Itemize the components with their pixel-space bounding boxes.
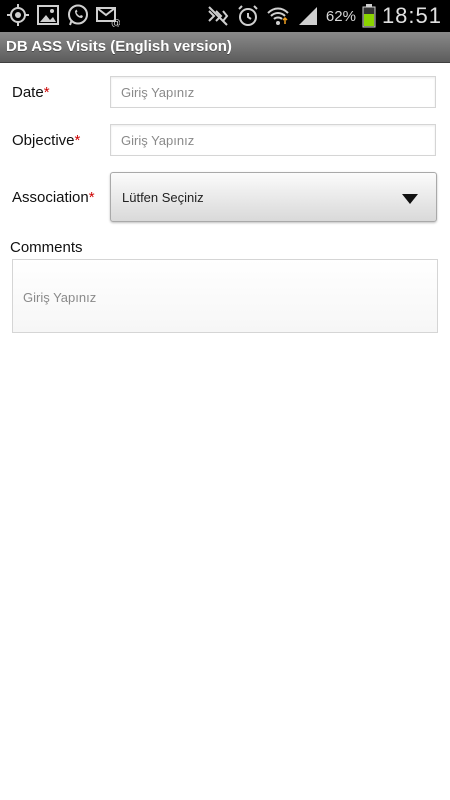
battery-icon <box>362 4 376 28</box>
comments-placeholder: Giriş Yapınız <box>23 290 97 305</box>
battery-percent: 62% <box>325 7 356 25</box>
wifi-icon <box>267 7 289 25</box>
association-label: Association* <box>12 189 95 206</box>
email-icon: @ <box>96 7 120 27</box>
required-mark: * <box>88 189 95 206</box>
comments-label: Comments <box>10 239 83 256</box>
muted-icon <box>208 6 229 26</box>
objective-label: Objective* <box>12 132 80 149</box>
status-bar: @ 62% 18:51 <box>0 0 450 32</box>
alarm-icon <box>238 5 258 26</box>
date-label-text: Date <box>12 84 44 101</box>
association-selected-value: Lütfen Seçiniz <box>122 190 204 205</box>
page-title: DB ASS Visits (English version) <box>6 38 232 55</box>
required-mark: * <box>74 132 81 149</box>
association-label-text: Association <box>12 189 89 206</box>
date-field[interactable]: Giriş Yapınız <box>110 76 436 108</box>
date-label: Date* <box>12 84 50 101</box>
objective-field[interactable]: Giriş Yapınız <box>110 124 436 156</box>
image-icon <box>37 5 59 25</box>
clock: 18:51 <box>381 3 442 28</box>
signal-icon <box>298 7 317 25</box>
whatsapp-icon <box>68 4 88 26</box>
objective-placeholder: Giriş Yapınız <box>121 133 195 148</box>
svg-text:@: @ <box>111 18 120 27</box>
comments-field[interactable]: Giriş Yapınız <box>12 259 438 333</box>
objective-label-text: Objective <box>12 132 75 149</box>
app-title-bar: DB ASS Visits (English version) <box>0 32 450 63</box>
association-select[interactable]: Lütfen Seçiniz <box>110 172 437 222</box>
gps-icon <box>7 4 29 26</box>
required-mark: * <box>43 84 50 101</box>
dropdown-arrow-icon <box>402 194 418 204</box>
date-placeholder: Giriş Yapınız <box>121 85 195 100</box>
